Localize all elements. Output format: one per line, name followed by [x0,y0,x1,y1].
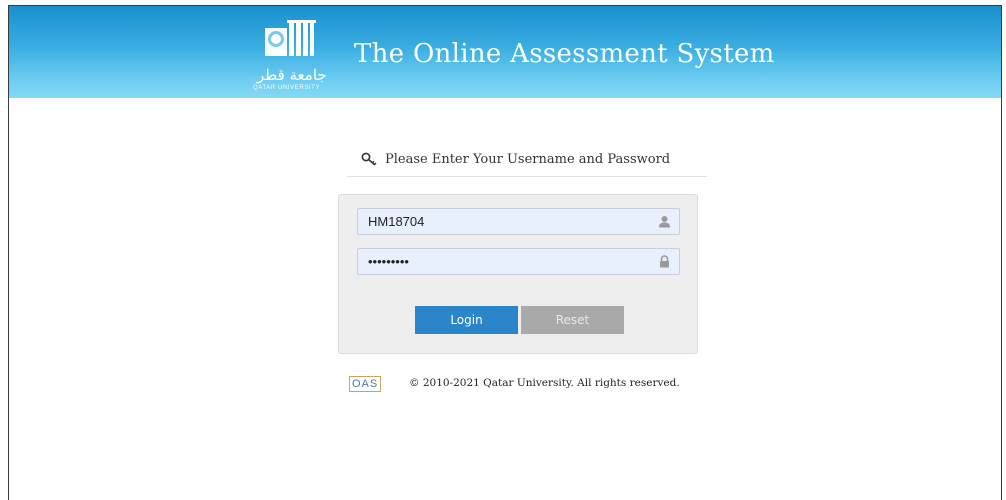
site-title: The Online Assessment System [354,39,775,69]
password-field[interactable] [357,248,680,275]
username-input[interactable] [358,209,648,234]
login-button[interactable]: Login [415,306,518,334]
key-icon [361,152,377,166]
username-field[interactable] [357,208,680,235]
user-icon [659,216,670,228]
login-heading: Please Enter Your Username and Password [347,146,707,177]
site-header: جامعة قطر QATAR UNIVERSITY The Online As… [9,6,1001,98]
copyright-text: © 2010-2021 Qatar University. All rights… [409,377,680,389]
logo-english-text: QATAR UNIVERSITY [253,85,321,91]
logo-arabic-text: جامعة قطر [257,66,327,84]
login-heading-text: Please Enter Your Username and Password [385,152,671,167]
lock-icon [660,255,669,268]
password-input[interactable] [358,249,648,274]
browser-viewport: جامعة قطر QATAR UNIVERSITY The Online As… [8,5,1002,500]
login-form: Login Reset [338,194,698,354]
oas-logo: OAS [349,376,382,392]
reset-button[interactable]: Reset [521,306,624,334]
